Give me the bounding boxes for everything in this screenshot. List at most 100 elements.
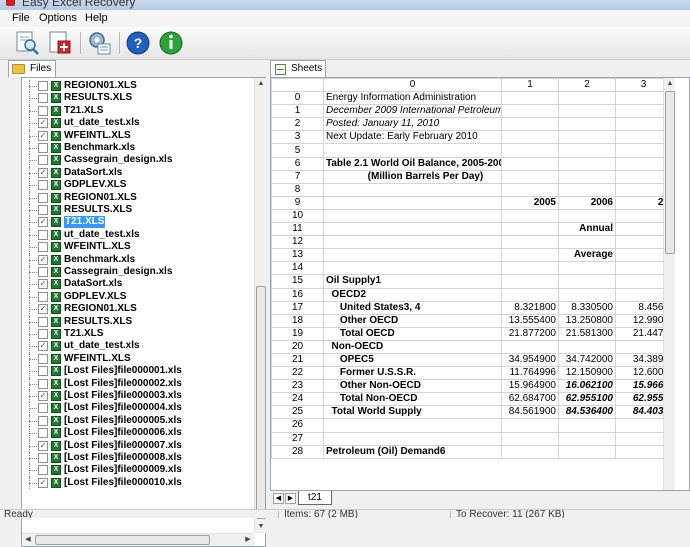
file-checkbox[interactable]: ✓ (38, 254, 48, 265)
sheet-cell[interactable]: 11.764996 (501, 366, 559, 381)
sheet-cell[interactable] (323, 143, 502, 158)
sheet-cell[interactable]: 84.536400 (558, 405, 616, 420)
tree-vertical-scrollbar[interactable]: ▲ ▼ (254, 78, 266, 533)
row-header[interactable]: 10 (271, 208, 324, 224)
sheet-cell[interactable] (558, 130, 616, 145)
file-tree-item[interactable]: X [Lost Files]file000006.xls (22, 427, 254, 440)
column-header[interactable]: 1 (501, 78, 559, 93)
row-header[interactable]: 15 (271, 274, 324, 289)
row-header[interactable]: 5 (271, 143, 324, 158)
sheet-cell[interactable]: (Million Barrels Per Day) (323, 169, 502, 184)
scroll-right-icon[interactable]: ▶ (242, 534, 254, 546)
tree-scroll-thumb[interactable] (256, 286, 266, 519)
file-tree-item[interactable]: ✓ X [Lost Files]file000010.xls (22, 476, 254, 490)
file-tree-item[interactable]: Xut_date_test.xls (22, 228, 254, 242)
file-checkbox[interactable]: ✓ (38, 217, 48, 228)
sheet-cell[interactable]: 13.250800 (558, 313, 616, 328)
sheet-cell[interactable]: 34.742000 (558, 352, 616, 368)
file-checkbox[interactable] (38, 192, 48, 203)
file-checkbox[interactable] (38, 366, 48, 377)
menu-file[interactable]: File (12, 12, 30, 24)
sheet-cell[interactable]: 12.150900 (558, 366, 616, 381)
tree-hscroll-thumb[interactable] (35, 535, 210, 545)
file-tree-item[interactable]: ✓ X T21.XLS (22, 216, 254, 229)
sheet-cell[interactable]: Table 2.1 World Oil Balance, 2005-2009 (323, 156, 502, 171)
sheet-cell[interactable] (558, 104, 616, 119)
row-header[interactable]: 7 (271, 169, 324, 184)
file-checkbox[interactable]: ✓ (38, 130, 48, 141)
file-tree-item[interactable]: ✓ X DataSort.xls (22, 278, 254, 291)
scan-button[interactable] (14, 30, 42, 56)
file-tree-item[interactable]: X Cassegrain_design.xls (22, 154, 254, 167)
row-header[interactable]: 12 (271, 235, 324, 250)
file-checkbox[interactable] (38, 415, 48, 426)
sheet-cell[interactable]: Oil Supply1 (323, 274, 502, 289)
sheet-cell[interactable] (558, 169, 616, 184)
first-sheet-icon[interactable]: ◀ (273, 493, 284, 504)
file-checkbox[interactable] (38, 267, 48, 277)
file-tree-item[interactable]: ✓ Xut_date_test.xls (22, 340, 254, 353)
row-header[interactable]: 23 (271, 379, 324, 394)
file-tree-item[interactable]: X [Lost Files]file000005.xls (22, 414, 254, 428)
row-header[interactable]: 18 (271, 313, 324, 328)
row-header[interactable]: 1 (271, 104, 324, 119)
file-tree-item[interactable]: X WFEINTL.XLS (22, 352, 254, 366)
file-tree-item[interactable]: X T21.XLS (22, 328, 254, 341)
file-checkbox[interactable]: ✓ (38, 304, 48, 315)
scroll-up-icon[interactable]: ▲ (664, 78, 676, 90)
scroll-left-icon[interactable]: ◀ (22, 534, 34, 546)
sheet-cell[interactable]: Petroleum (Oil) Demand6 (323, 444, 502, 459)
sheet-cell[interactable] (323, 222, 502, 237)
file-tree-item[interactable]: X [Lost Files]file000001.xls (22, 365, 254, 378)
file-checkbox[interactable]: ✓ (38, 477, 48, 488)
file-tree-item[interactable]: X REGION01.XLS (22, 80, 254, 93)
tree-horizontal-scrollbar[interactable]: ◀ ▶ (22, 533, 254, 546)
file-tree-item[interactable]: X [Lost Files]file000004.xls (22, 402, 254, 415)
sheet-cell[interactable] (501, 130, 559, 145)
file-tree-item[interactable]: ✓ X Benchmark.xls (22, 253, 254, 266)
sheet-cell[interactable]: Non-OECD (323, 339, 502, 354)
file-tree-item[interactable]: X [Lost Files]file000009.xls (22, 464, 254, 477)
sheet-cell[interactable] (558, 274, 616, 289)
sheet-cell[interactable] (558, 339, 616, 354)
sheet-cell[interactable]: 34.954900 (501, 352, 559, 368)
file-checkbox[interactable] (38, 403, 48, 414)
file-tree-item[interactable]: X Cassegrain_design.xls (22, 266, 254, 279)
sheet-cell[interactable] (558, 418, 616, 433)
row-header[interactable]: 9 (271, 195, 324, 210)
sheet-cell[interactable] (501, 444, 559, 459)
scroll-down-icon[interactable]: ▼ (255, 521, 267, 533)
file-checkbox[interactable] (38, 465, 48, 476)
file-tree-item[interactable]: X REGION01.XLS (22, 191, 254, 204)
sheet-cell[interactable] (323, 248, 502, 263)
sheet-cell[interactable] (501, 104, 559, 119)
row-header[interactable]: 3 (271, 130, 324, 145)
sheet-cell[interactable] (558, 261, 616, 276)
sheet-cell[interactable]: Posted: January 11, 2010 (323, 117, 502, 132)
file-checkbox[interactable] (38, 453, 48, 463)
row-header[interactable]: 11 (271, 222, 324, 237)
sheet-cell[interactable]: 8.321800 (501, 300, 559, 315)
sheet-cell[interactable]: Total OECD (323, 326, 502, 341)
sheet-cell[interactable] (558, 431, 616, 446)
sheet-cell[interactable] (558, 182, 616, 197)
sheet-cell[interactable] (323, 182, 502, 197)
sheet-cell[interactable]: 2005 (501, 195, 559, 210)
sheet-cell[interactable] (323, 208, 502, 224)
sheet-cell[interactable] (501, 182, 559, 197)
sheet-tab-t21[interactable]: t21 (298, 491, 332, 505)
column-header[interactable]: 2 (558, 78, 616, 93)
file-checkbox[interactable]: ✓ (38, 440, 48, 451)
file-tree-item[interactable]: ✓ X [Lost Files]file000003.xls (22, 390, 254, 403)
file-checkbox[interactable] (38, 155, 48, 166)
row-header[interactable]: 13 (271, 248, 324, 263)
sheet-cell[interactable] (501, 248, 559, 263)
sheet-vertical-scrollbar[interactable]: ▲ (663, 78, 676, 490)
file-checkbox[interactable]: ✓ (38, 279, 48, 290)
sheet-cell[interactable] (501, 156, 559, 171)
sheet-cell[interactable] (501, 287, 559, 302)
file-checkbox[interactable]: ✓ (38, 118, 48, 129)
file-checkbox[interactable] (38, 428, 48, 439)
recover-button[interactable] (46, 30, 74, 56)
row-header[interactable]: 19 (271, 326, 324, 341)
